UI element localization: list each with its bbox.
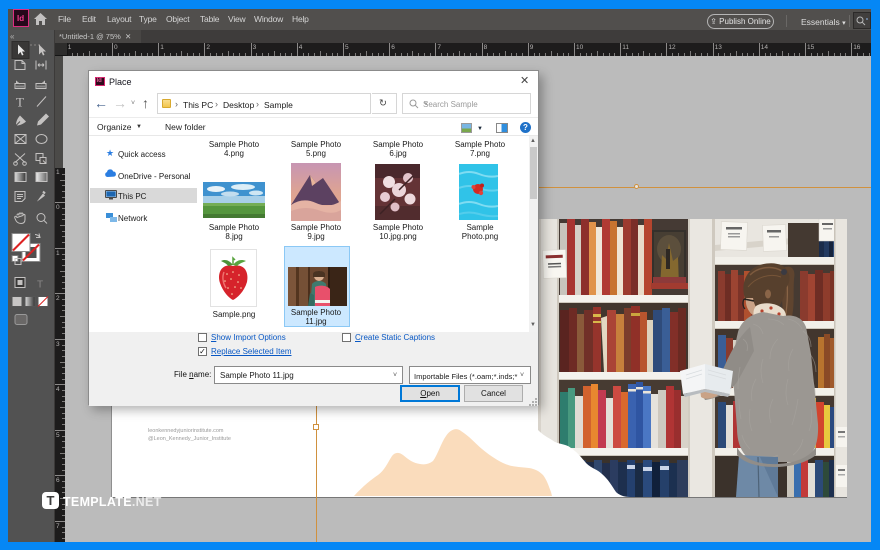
- svg-text:T: T: [37, 280, 43, 291]
- svg-text:T: T: [16, 95, 24, 110]
